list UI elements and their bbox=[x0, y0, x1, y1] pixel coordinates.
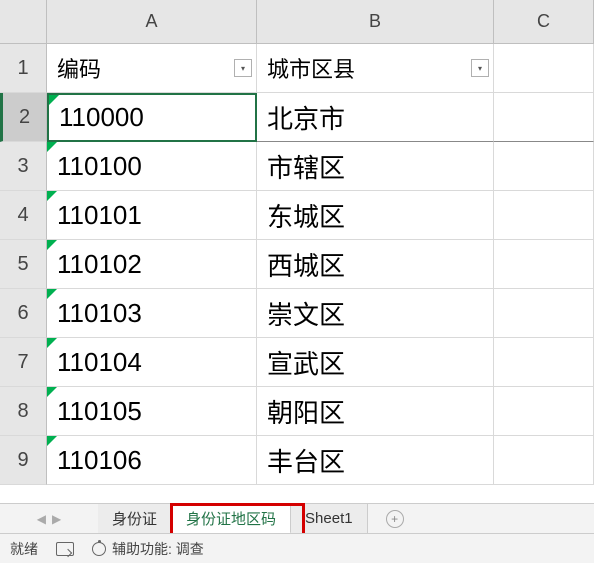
status-ready-label: 就绪 bbox=[10, 539, 38, 559]
cell-C3[interactable] bbox=[494, 142, 594, 191]
select-all-corner[interactable] bbox=[0, 0, 47, 44]
header-city-label: 城市区县 bbox=[267, 52, 355, 84]
cell-C9[interactable] bbox=[494, 436, 594, 485]
cell-B1[interactable]: 城市区县 ▾ bbox=[257, 44, 494, 93]
cell-A9[interactable]: 110106 bbox=[47, 436, 257, 485]
row-header-9[interactable]: 9 bbox=[0, 436, 47, 485]
cell-value: 110101 bbox=[57, 200, 142, 231]
cell-value: 北京市 bbox=[267, 99, 345, 136]
accessibility-status[interactable]: 辅助功能: 调查 bbox=[92, 539, 204, 559]
cell-A7[interactable]: 110104 bbox=[47, 338, 257, 387]
sheet-tab-3[interactable]: Sheet1 bbox=[291, 504, 368, 533]
cell-A2[interactable]: 110000 bbox=[47, 93, 257, 142]
cell-C8[interactable] bbox=[494, 387, 594, 436]
row-header-4[interactable]: 4 bbox=[0, 191, 47, 240]
cell-C2[interactable] bbox=[494, 93, 594, 142]
add-sheet-button[interactable]: + bbox=[380, 504, 410, 533]
cell-value: 东城区 bbox=[267, 197, 345, 234]
cell-value: 西城区 bbox=[267, 246, 345, 283]
cell-B6[interactable]: 崇文区 bbox=[257, 289, 494, 338]
error-indicator-icon bbox=[47, 142, 57, 152]
cell-value: 宣武区 bbox=[267, 344, 345, 381]
sheet-tab-1[interactable]: 身份证 bbox=[98, 504, 172, 533]
error-indicator-icon bbox=[47, 387, 57, 397]
cell-B9[interactable]: 丰台区 bbox=[257, 436, 494, 485]
worksheet: A B C 1 编码 ▾ 城市区县 ▾ 2 110000 北京市 3 11010… bbox=[0, 0, 594, 503]
row-header-1[interactable]: 1 bbox=[0, 44, 47, 93]
cell-A6[interactable]: 110103 bbox=[47, 289, 257, 338]
cell-value: 崇文区 bbox=[267, 295, 345, 332]
cell-value: 110105 bbox=[57, 396, 142, 427]
cell-C1[interactable] bbox=[494, 44, 594, 93]
accessibility-icon bbox=[92, 542, 106, 556]
cell-B5[interactable]: 西城区 bbox=[257, 240, 494, 289]
plus-icon: + bbox=[386, 510, 404, 528]
accessibility-label: 辅助功能: 调查 bbox=[112, 539, 204, 559]
cell-A5[interactable]: 110102 bbox=[47, 240, 257, 289]
cell-B7[interactable]: 宣武区 bbox=[257, 338, 494, 387]
cell-value: 朝阳区 bbox=[267, 393, 345, 430]
cell-A8[interactable]: 110105 bbox=[47, 387, 257, 436]
filter-button-B[interactable]: ▾ bbox=[471, 59, 489, 77]
cell-B4[interactable]: 东城区 bbox=[257, 191, 494, 240]
sheet-tab-2[interactable]: 身份证地区码 bbox=[172, 505, 291, 534]
filter-button-A[interactable]: ▾ bbox=[234, 59, 252, 77]
error-indicator-icon bbox=[47, 191, 57, 201]
cell-value: 110104 bbox=[57, 347, 142, 378]
col-header-C[interactable]: C bbox=[494, 0, 594, 44]
status-bar: 就绪 辅助功能: 调查 bbox=[0, 533, 594, 563]
row-header-3[interactable]: 3 bbox=[0, 142, 47, 191]
cell-A4[interactable]: 110101 bbox=[47, 191, 257, 240]
cell-B8[interactable]: 朝阳区 bbox=[257, 387, 494, 436]
col-header-B[interactable]: B bbox=[257, 0, 494, 44]
cell-value: 市辖区 bbox=[267, 148, 345, 185]
cell-value: 110103 bbox=[57, 298, 142, 329]
cell-C7[interactable] bbox=[494, 338, 594, 387]
row-header-6[interactable]: 6 bbox=[0, 289, 47, 338]
cell-value: 110100 bbox=[57, 151, 142, 182]
cell-C4[interactable] bbox=[494, 191, 594, 240]
error-indicator-icon bbox=[47, 240, 57, 250]
row-header-5[interactable]: 5 bbox=[0, 240, 47, 289]
row-header-8[interactable]: 8 bbox=[0, 387, 47, 436]
cell-value: 110106 bbox=[57, 445, 142, 476]
row-header-7[interactable]: 7 bbox=[0, 338, 47, 387]
cell-value: 110102 bbox=[57, 249, 142, 280]
error-indicator-icon bbox=[47, 338, 57, 348]
grid: A B C 1 编码 ▾ 城市区县 ▾ 2 110000 北京市 3 11010… bbox=[0, 0, 594, 485]
row-header-2[interactable]: 2 bbox=[0, 93, 47, 142]
tab-nav-prev-icon[interactable]: ◀ bbox=[37, 512, 46, 526]
error-indicator-icon bbox=[49, 95, 59, 105]
cell-value: 110000 bbox=[59, 102, 144, 133]
cell-B2[interactable]: 北京市 bbox=[257, 93, 494, 142]
col-header-A[interactable]: A bbox=[47, 0, 257, 44]
cell-value: 丰台区 bbox=[267, 442, 345, 479]
error-indicator-icon bbox=[47, 289, 57, 299]
error-indicator-icon bbox=[47, 436, 57, 446]
cell-C6[interactable] bbox=[494, 289, 594, 338]
display-settings-icon[interactable] bbox=[56, 542, 74, 556]
cell-C5[interactable] bbox=[494, 240, 594, 289]
sheet-tabs-bar: ◀ ▶ 身份证 身份证地区码 Sheet1 + bbox=[0, 503, 594, 533]
cell-A3[interactable]: 110100 bbox=[47, 142, 257, 191]
header-code-label: 编码 bbox=[57, 52, 101, 84]
tab-nav-next-icon[interactable]: ▶ bbox=[52, 512, 61, 526]
cell-B3[interactable]: 市辖区 bbox=[257, 142, 494, 191]
cell-A1[interactable]: 编码 ▾ bbox=[47, 44, 257, 93]
tab-nav-buttons[interactable]: ◀ ▶ bbox=[0, 504, 98, 533]
